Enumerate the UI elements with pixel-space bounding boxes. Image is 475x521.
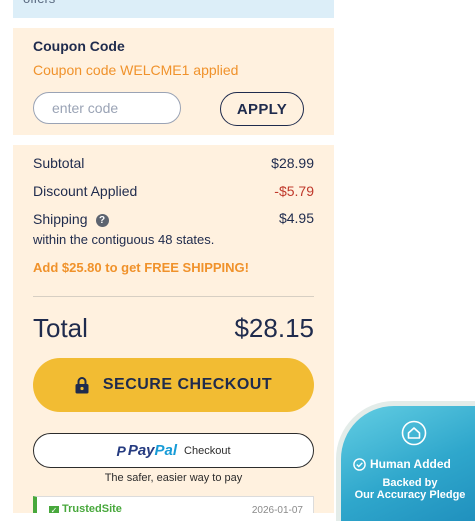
check-icon: ✓ (49, 506, 59, 513)
offers-banner: offers (13, 0, 334, 18)
discount-label: Discount Applied (33, 183, 138, 199)
coupon-title: Coupon Code (33, 38, 125, 54)
discount-value: -$5.79 (274, 183, 314, 199)
check-circle-icon (353, 457, 366, 471)
paypal-logo-mark: P (116, 442, 126, 459)
coupon-code-input[interactable] (33, 92, 181, 124)
paypal-logo-pal: Pal (154, 442, 178, 459)
house-icon (401, 420, 427, 446)
shipping-note: within the contiguous 48 states. (33, 232, 215, 247)
pledge-subtitle-line2: Our Accuracy Pledge (354, 489, 466, 501)
pledge-subtitle-line1: Backed by (382, 477, 438, 489)
total-value: $28.15 (234, 313, 314, 343)
trustedsite-badge[interactable]: ✓ TrustedSite 2026-01-07 (33, 496, 314, 513)
paypal-logo-pay: Pay (127, 442, 155, 459)
coupon-applied-message: Coupon code WELCME1 applied (33, 62, 239, 78)
shipping-label-group: Shipping? (33, 211, 109, 227)
free-shipping-message: Add $25.80 to get FREE SHIPPING! (33, 260, 249, 275)
coupon-panel: Coupon Code Coupon code WELCME1 applied … (13, 28, 334, 135)
trustedsite-logo-text: TrustedSite (62, 503, 122, 513)
secure-checkout-button[interactable]: SECURE CHECKOUT (33, 358, 314, 412)
pledge-title-row: Human Added (353, 457, 475, 471)
trustedsite-date: 2026-01-07 (251, 505, 303, 513)
pledge-title: Human Added (370, 457, 451, 471)
paypal-checkout-button[interactable]: P Pay Pal Checkout (33, 433, 314, 468)
shipping-value: $4.95 (278, 210, 314, 226)
paypal-checkout-label: Checkout (184, 444, 231, 457)
paypal-tagline: The safer, easier way to pay (104, 472, 243, 484)
accuracy-pledge-badge[interactable]: Human Added Backed by Our Accuracy Pledg… (336, 401, 475, 521)
apply-coupon-button[interactable]: APPLY (220, 92, 304, 126)
offers-text: offers (23, 0, 55, 6)
lock-icon (75, 377, 89, 394)
subtotal-value: $28.99 (271, 155, 314, 171)
accuracy-pledge-badge-inner: Human Added Backed by Our Accuracy Pledg… (341, 406, 475, 521)
subtotal-label: Subtotal (33, 155, 85, 171)
pledge-subtitle: Backed by Our Accuracy Pledge (341, 477, 475, 501)
order-summary-panel: Subtotal $28.99 Discount Applied -$5.79 … (13, 145, 334, 513)
trustedsite-logo: ✓ TrustedSite (49, 503, 122, 513)
summary-divider (33, 296, 314, 297)
secure-checkout-label: SECURE CHECKOUT (102, 376, 273, 393)
shipping-label: Shipping (33, 211, 88, 227)
total-label: Total (33, 313, 88, 343)
question-icon[interactable]: ? (95, 214, 109, 227)
